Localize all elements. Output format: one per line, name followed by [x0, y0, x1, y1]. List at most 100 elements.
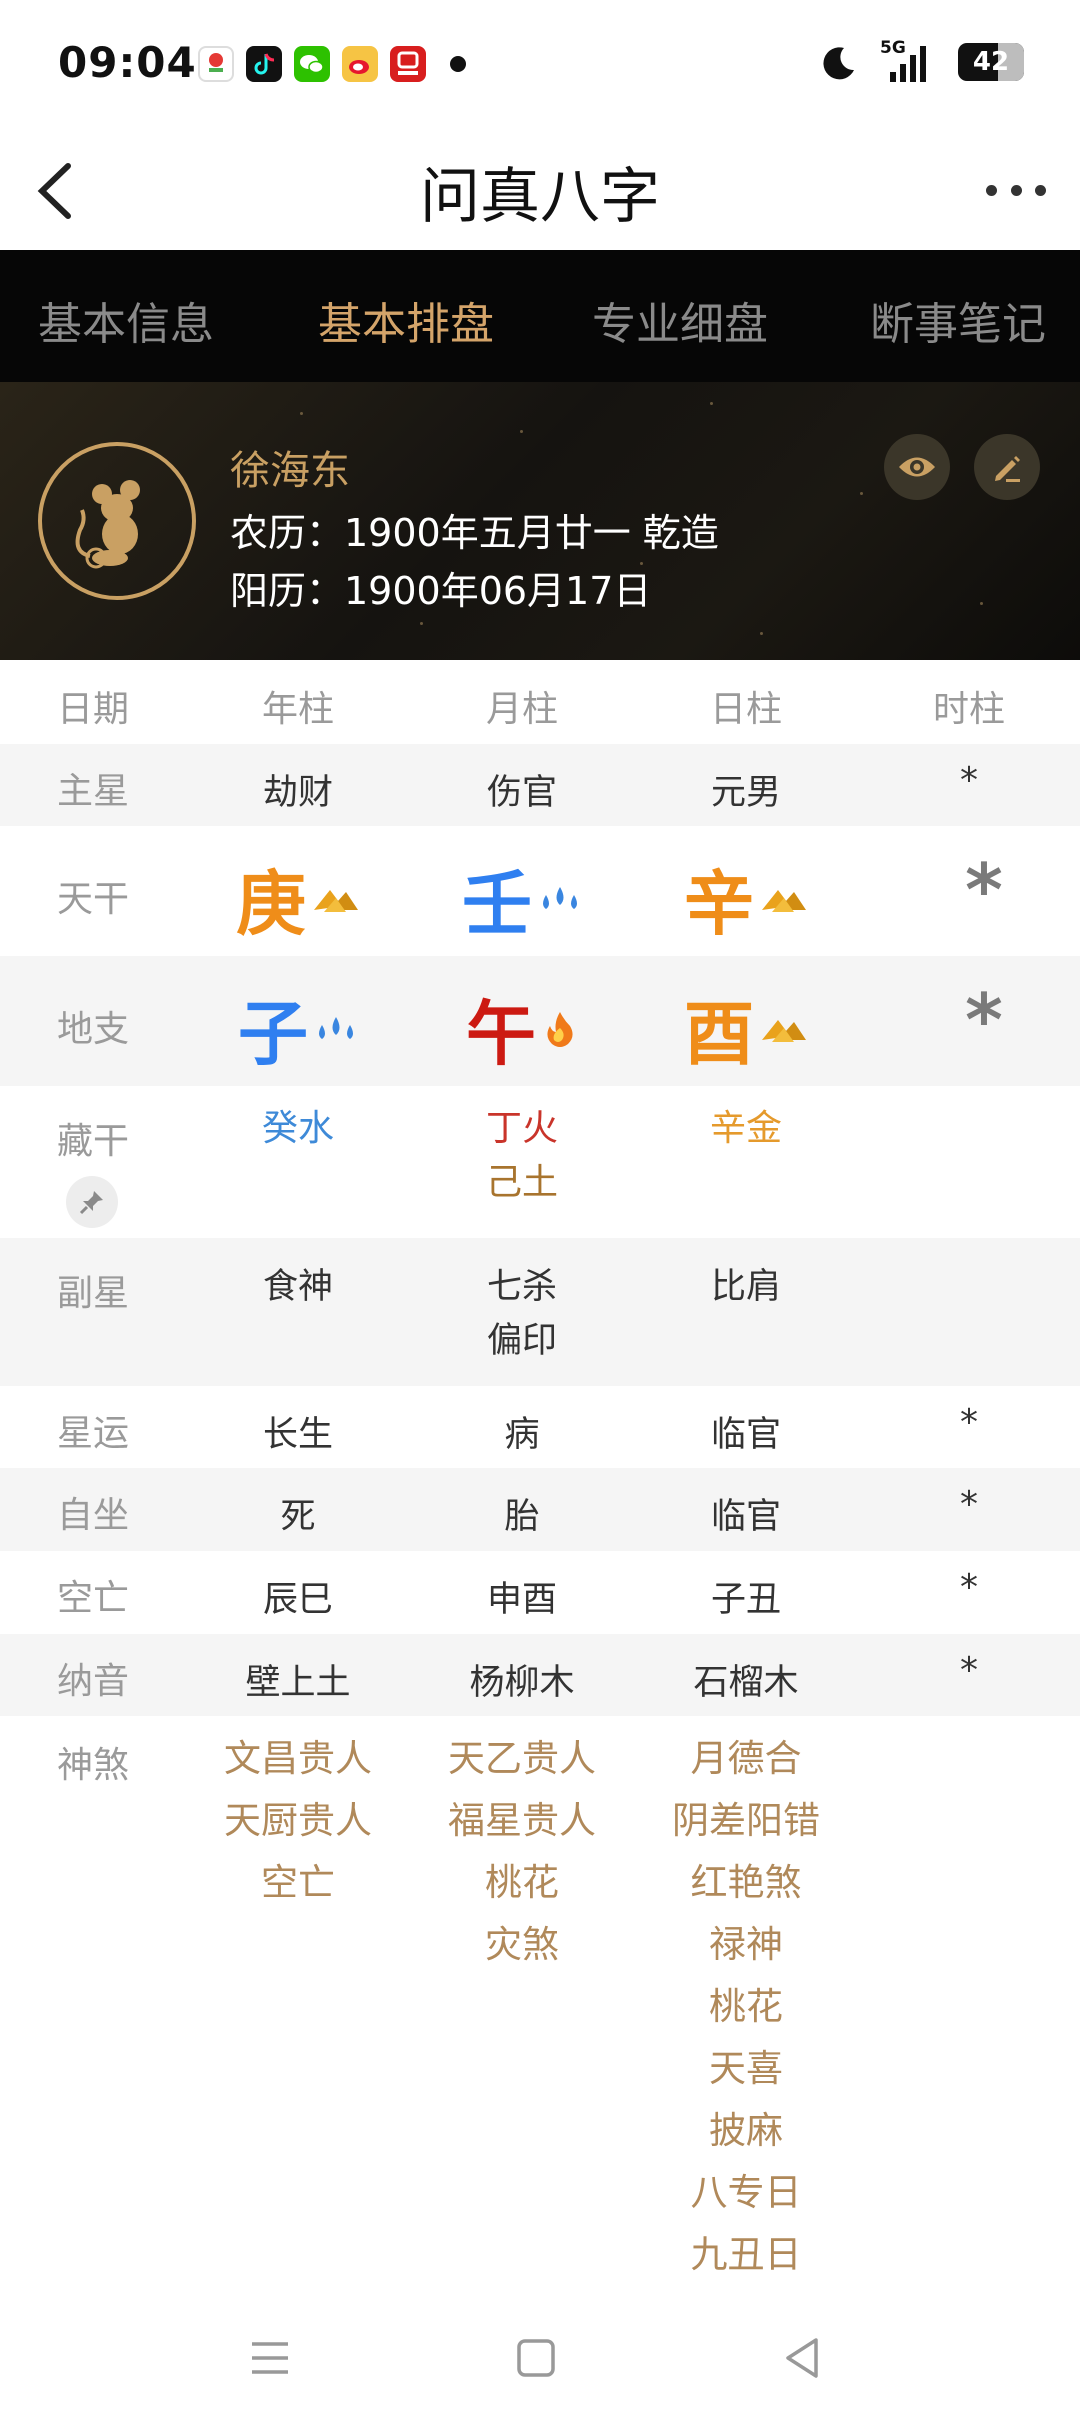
square-icon: [517, 2339, 555, 2377]
table-cell: 石榴木: [693, 1663, 799, 1703]
table-cell: 元男: [710, 773, 781, 813]
table-cell: 胎: [504, 1497, 540, 1537]
table-cell: *: [960, 1402, 978, 1443]
lunar-date: 农历：1900年五月廿一 乾造: [230, 511, 719, 555]
table-header-row: 日期 年柱 月柱 日柱 时柱: [0, 660, 1080, 744]
table-cell: 文昌贵人 天厨贵人 空亡: [186, 1728, 410, 1914]
table-row-zizuo: 自坐 死 胎 临官 *: [0, 1468, 1080, 1551]
shensha-item: 桃花: [485, 1861, 559, 1904]
table-cell: 临官: [710, 1497, 781, 1537]
triangle-back-icon: [786, 2338, 818, 2378]
table-cell: 长生: [262, 1415, 333, 1455]
more-dot-icon: [1010, 184, 1022, 196]
header-date: 日期: [56, 689, 129, 730]
toggle-visibility-button[interactable]: [884, 434, 950, 500]
table-cell: 病: [504, 1415, 540, 1455]
status-bar: 09:04 5G 42: [0, 0, 1080, 130]
row-label: 自坐: [56, 1495, 129, 1536]
more-notifications-dot: [450, 56, 466, 72]
table-cell: 死: [280, 1497, 316, 1537]
back-nav-button[interactable]: [776, 2332, 828, 2384]
table-row-tiangan: 天干 庚 壬 辛 *: [0, 826, 1080, 956]
eye-icon: [899, 457, 935, 477]
table-cell: *: [965, 978, 1003, 1062]
menu-icon: [252, 2342, 288, 2374]
water-icon: [543, 886, 577, 909]
shensha-item: 空亡: [261, 1861, 335, 1904]
home-button[interactable]: [510, 2332, 562, 2384]
shensha-item: 红艳煞: [690, 1861, 802, 1904]
row-label: 纳音: [56, 1661, 129, 1702]
table-cell: 劫财: [262, 773, 333, 813]
table-row-nayin: 纳音 壁上土 杨柳木 石榴木 *: [0, 1634, 1080, 1716]
signal-icon: 5G: [880, 38, 936, 84]
table-cell: 癸水: [261, 1108, 334, 1149]
securities-notification-icon: [390, 46, 426, 82]
row-label: 副星: [56, 1273, 129, 1314]
more-dot-icon: [986, 184, 997, 196]
table-row-fuxing: 副星 食神 七杀 偏印 比肩: [0, 1238, 1080, 1386]
table-cell: 子丑: [710, 1580, 781, 1620]
status-time: 09:04: [58, 38, 197, 87]
more-options-button[interactable]: [986, 170, 1046, 210]
tab-bar: 基本信息 基本排盘 专业细盘 断事笔记: [0, 250, 1080, 382]
table-cell: 比肩: [710, 1267, 781, 1307]
table-cell: *: [960, 1484, 978, 1525]
profile-name: 徐海东: [230, 448, 350, 494]
shensha-item: 天喜: [709, 2047, 783, 2090]
row-label: 空亡: [56, 1578, 129, 1619]
tab-basic-info[interactable]: 基本信息: [38, 288, 214, 352]
shensha-item: 桃花: [709, 1985, 783, 2028]
table-cell: 壬: [410, 848, 634, 949]
pencil-icon: [995, 456, 1020, 482]
profile-card: 徐海东 农历：1900年五月廿一 乾造 阳历：1900年06月17日: [0, 382, 1080, 660]
table-cell: 午: [410, 978, 634, 1079]
table-cell: 子: [186, 978, 410, 1079]
tab-notes[interactable]: 断事笔记: [870, 288, 1046, 352]
pin-button[interactable]: [66, 1176, 118, 1228]
water-icon: [319, 1016, 353, 1039]
edit-button[interactable]: [974, 434, 1040, 500]
douyin-notification-icon: [246, 46, 282, 82]
table-cell: 壁上土: [245, 1663, 351, 1703]
tab-basic-chart[interactable]: 基本排盘: [318, 288, 494, 352]
table-cell: 辛金: [709, 1108, 782, 1149]
metal-icon: [762, 1019, 806, 1042]
row-label: 天干: [56, 879, 129, 920]
row-label: 地支: [56, 1009, 129, 1050]
pin-icon: [79, 1191, 103, 1215]
table-row-dizhi: 地支 子 午 酉 *: [0, 956, 1080, 1086]
fire-icon: [547, 1011, 573, 1047]
shensha-item: 文昌贵人: [224, 1737, 372, 1780]
shensha-item: 天厨贵人: [224, 1799, 372, 1842]
table-cell: 伤官: [486, 773, 557, 813]
shensha-item: 八专日: [690, 2171, 802, 2214]
table-cell: 天乙贵人 福星贵人 桃花 灾煞: [410, 1728, 634, 1976]
table-cell: 庚: [186, 848, 410, 949]
system-icons: 5G 42: [818, 38, 1024, 84]
table-cell: 临官: [710, 1415, 781, 1455]
row-label: 星运: [56, 1413, 129, 1454]
shensha-item: 阴差阳错: [672, 1799, 820, 1842]
metal-icon: [314, 889, 358, 912]
metal-icon: [762, 889, 806, 912]
branch-char: 酉: [684, 993, 754, 1075]
zodiac-rat-avatar: [38, 442, 196, 600]
shensha-item: 禄神: [709, 1923, 783, 1966]
table-cell: *: [960, 1650, 978, 1691]
table-cell: *: [965, 848, 1003, 932]
table-row-kongwang: 空亡 辰巳 申酉 子丑 *: [0, 1551, 1080, 1634]
table-cell: 食神: [262, 1267, 333, 1307]
recent-apps-button[interactable]: [244, 2332, 296, 2384]
table-cell: *: [960, 1567, 978, 1608]
header-year: 年柱: [261, 689, 334, 730]
tab-detailed-chart[interactable]: 专业细盘: [592, 288, 768, 352]
table-cell: 酉: [634, 978, 858, 1079]
stem-char: 壬: [462, 863, 532, 945]
header-month: 月柱: [485, 689, 558, 730]
bazi-table: 日期 年柱 月柱 日柱 时柱 主星 劫财 伤官 元男 * 天干 庚 壬 辛 * …: [0, 660, 1080, 2316]
shensha-item: 灾煞: [485, 1923, 559, 1966]
header-day: 日柱: [709, 689, 782, 730]
weibo-notification-icon: [342, 46, 378, 82]
shensha-item: 天乙贵人: [448, 1737, 596, 1780]
